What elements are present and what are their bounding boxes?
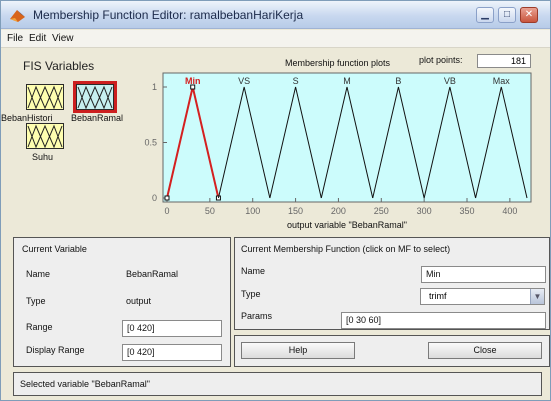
display-range-label: Display Range <box>26 345 85 355</box>
mf-label-s[interactable]: S <box>293 76 299 86</box>
display-range-field[interactable]: [0 420] <box>122 344 222 361</box>
x-tick-label: 100 <box>245 206 260 216</box>
mf-label-m[interactable]: M <box>343 76 351 86</box>
var-type-value: output <box>126 296 152 306</box>
mf-label-vs[interactable]: VS <box>238 76 250 86</box>
mf-type-value: trimf <box>429 291 447 301</box>
x-tick-label: 200 <box>331 206 346 216</box>
mf-editor-window: Membership Function Editor: ramalbebanHa… <box>0 0 551 401</box>
mf-type-label: Type <box>241 289 261 299</box>
close-button[interactable]: Close <box>428 342 542 359</box>
current-variable-title: Current Variable <box>22 244 87 254</box>
x-tick-label: 400 <box>502 206 517 216</box>
mf-label-max[interactable]: Max <box>493 76 511 86</box>
x-tick-label: 150 <box>288 206 303 216</box>
mf-params-field[interactable]: [0 30 60] <box>341 312 546 329</box>
mf-label-b[interactable]: B <box>395 76 401 86</box>
current-variable-panel: Current Variable Name BebanRamal Type ou… <box>13 237 231 367</box>
x-tick-label: 300 <box>417 206 432 216</box>
current-mf-title: Current Membership Function (click on MF… <box>241 244 451 254</box>
mf-type-select[interactable]: trimf ▼ <box>420 288 545 305</box>
mf-params-label: Params <box>241 311 273 321</box>
help-button[interactable]: Help <box>241 342 355 359</box>
plot-area[interactable] <box>162 72 532 203</box>
mf-plot[interactable]: 0 50 100 150 200 250 300 350 40000.51 Min VS S M B VB… <box>1 1 551 241</box>
var-name-value: BebanRamal <box>126 269 179 279</box>
status-bar: Selected variable "BebanRamal" <box>13 372 542 396</box>
mf-vertex-handle[interactable] <box>164 195 170 201</box>
y-tick-label: 0.5 <box>144 138 157 148</box>
var-range-label: Range <box>26 322 53 332</box>
mf-vertex-handle[interactable] <box>190 84 196 90</box>
x-tick-label: 350 <box>459 206 474 216</box>
status-text: Selected variable "BebanRamal" <box>20 379 150 389</box>
mf-name-field[interactable]: Min <box>421 266 546 283</box>
x-tick-label: 50 <box>205 206 215 216</box>
var-name-label: Name <box>26 269 51 279</box>
x-tick-label: 0 <box>164 206 169 216</box>
y-tick-label: 1 <box>152 82 157 92</box>
current-mf-panel: Current Membership Function (click on MF… <box>234 237 550 330</box>
range-field[interactable]: [0 420] <box>122 320 222 337</box>
chevron-down-icon[interactable]: ▼ <box>530 289 544 304</box>
x-tick-label: 250 <box>374 206 389 216</box>
mf-name-label: Name <box>241 266 266 276</box>
y-tick-label: 0 <box>152 193 157 203</box>
var-type-label: Type <box>26 296 46 306</box>
mf-label-vb[interactable]: VB <box>444 76 456 86</box>
x-axis-label: output variable "BebanRamal" <box>287 220 407 230</box>
